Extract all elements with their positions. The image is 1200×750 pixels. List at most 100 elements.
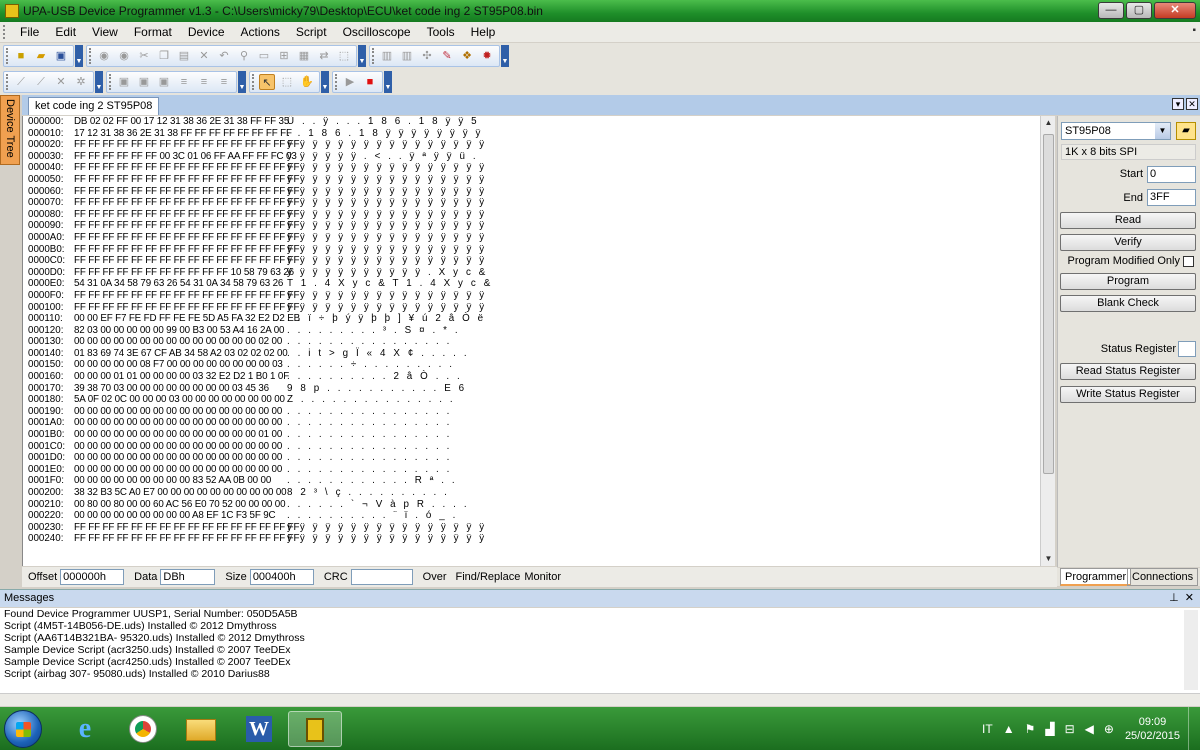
find-icon[interactable]: ⚲	[236, 48, 252, 64]
delete-icon[interactable]: ✕	[196, 48, 212, 64]
hex-bytes[interactable]: 00 00 EF F7 FE FD FF FE FE 5D A5 FA 32 E…	[74, 313, 300, 325]
hex-ascii[interactable]: ÿ ÿ ÿ ÿ ÿ ÿ ÿ ÿ ÿ ÿ ÿ ÿ ÿ ÿ ÿ ÿ	[287, 139, 487, 151]
size-field[interactable]: 000400h	[249, 569, 314, 585]
hex-row[interactable]: 0001B0: 00 00 00 00 00 00 00 00 00 00 00 …	[23, 429, 1040, 441]
crc-field[interactable]	[350, 569, 413, 585]
toolbar-grip[interactable]	[89, 48, 92, 64]
hex-ascii[interactable]: T 1 . 4 X y c & T 1 . 4 X y c &	[287, 278, 493, 290]
device-tree-tab[interactable]: Device Tree	[0, 95, 20, 165]
hex-editor[interactable]: 000000: DB 02 02 FF 00 17 12 31 38 36 2E …	[22, 116, 1040, 566]
hex-bytes[interactable]: FF FF FF FF FF FF FF FF FF FF FF FF FF F…	[74, 220, 299, 232]
toolbar-grip[interactable]	[372, 48, 375, 64]
minimize-button[interactable]: —	[1098, 2, 1124, 19]
hex-ascii[interactable]: . . i t > g Ï « 4 X ¢ . . . . .	[287, 348, 469, 360]
hex-row[interactable]: 000140: 01 83 69 74 3E 67 CF AB 34 58 A2 …	[23, 348, 1040, 360]
hex-bytes[interactable]: 00 00 00 00 00 00 00 00 00 A8 EF 1C F3 5…	[74, 510, 276, 522]
hex-row[interactable]: 0000C0: FF FF FF FF FF FF FF FF FF FF FF …	[23, 255, 1040, 267]
chevron-down-icon[interactable]: ▾	[1172, 98, 1184, 110]
copy-icon[interactable]: ❐	[156, 48, 172, 64]
toolbar-overflow-button[interactable]: ▼	[75, 45, 83, 67]
align-right-icon[interactable]: ≡	[216, 74, 232, 90]
hex-ascii[interactable]: ÿ ÿ ÿ ÿ ÿ ÿ ÿ ÿ ÿ ÿ ÿ ÿ ÿ ÿ ÿ ÿ	[287, 232, 487, 244]
pin-icon[interactable]: ▪	[1192, 25, 1196, 36]
close-document-icon[interactable]: ✕	[1186, 98, 1198, 110]
word-icon[interactable]: W	[232, 711, 286, 747]
hex-row[interactable]: 000040: FF FF FF FF FF FF FF FF FF FF FF …	[23, 162, 1040, 174]
hex-row[interactable]: 0000F0: FF FF FF FF FF FF FF FF FF FF FF …	[23, 290, 1040, 302]
menu-device[interactable]: Device	[180, 25, 233, 39]
hex-bytes[interactable]: 00 00 00 00 00 08 F7 00 00 00 00 00 00 0…	[74, 359, 283, 371]
hex-row[interactable]: 0001C0: 00 00 00 00 00 00 00 00 00 00 00 …	[23, 441, 1040, 453]
tab-programmer[interactable]: Programmer	[1060, 568, 1132, 586]
hex-row[interactable]: 0000E0: 54 31 0A 34 58 79 63 26 54 31 0A …	[23, 278, 1040, 290]
toolbar-grip[interactable]	[252, 74, 255, 90]
hex-row[interactable]: 000180: 5A 0F 02 0C 00 00 00 03 00 00 00 …	[23, 394, 1040, 406]
hex-bytes[interactable]: FF FF FF FF FF FF FF FF FF FF FF FF FF F…	[74, 162, 299, 174]
hex-ascii[interactable]: ÿ ÿ ÿ ÿ ÿ ÿ ÿ ÿ ÿ ÿ ÿ ÿ ÿ ÿ ÿ ÿ	[287, 522, 487, 534]
hex-bytes[interactable]: 01 83 69 74 3E 67 CF AB 34 58 A2 03 02 0…	[74, 348, 288, 360]
script-icon[interactable]: ❖	[459, 48, 475, 64]
device-open-icon[interactable]: ▰	[1176, 122, 1196, 140]
write-status-register-button[interactable]: Write Status Register	[1060, 386, 1196, 403]
hex-bytes[interactable]: FF FF FF FF FF FF FF FF FF FF FF FF FF F…	[74, 139, 299, 151]
hex-bytes[interactable]: 00 00 00 00 00 00 00 00 00 00 00 00 00 0…	[74, 429, 282, 441]
hex-ascii[interactable]: . . . . . . . . . . . . . . . .	[287, 452, 452, 464]
hex-row[interactable]: 000220: 00 00 00 00 00 00 00 00 00 A8 EF …	[23, 510, 1040, 522]
select-icon[interactable]: ⬚	[336, 48, 352, 64]
hex-row[interactable]: 000230: FF FF FF FF FF FF FF FF FF FF FF …	[23, 522, 1040, 534]
underline-icon[interactable]: ▣	[156, 74, 172, 90]
blank-check-button[interactable]: Blank Check	[1060, 295, 1196, 312]
chip-icon[interactable]: ▥	[379, 48, 395, 64]
status-register-field[interactable]	[1178, 341, 1196, 357]
line-icon[interactable]: ⟋	[13, 74, 29, 90]
end-input[interactable]: 3FF	[1147, 189, 1196, 206]
hex-bytes[interactable]: 5A 0F 02 0C 00 00 00 03 00 00 00 00 00 0…	[74, 394, 285, 406]
hex-ascii[interactable]: . . . . . . . . . . . . . . . .	[287, 464, 452, 476]
menubar-grip[interactable]	[3, 25, 9, 39]
hex-ascii[interactable]: ÿ ÿ ÿ ÿ ÿ ÿ . < . . ÿ ª ÿ ÿ ü .	[287, 151, 478, 163]
hex-bytes[interactable]: 00 00 00 00 00 00 00 00 00 83 52 AA 0B 0…	[74, 475, 271, 487]
hex-ascii[interactable]: . . . . . . . . . . . . . . . .	[287, 336, 452, 348]
hex-bytes[interactable]: 17 12 31 38 36 2E 31 38 FF FF FF FF FF F…	[74, 128, 292, 140]
menu-file[interactable]: File	[12, 25, 47, 39]
pin-icon[interactable]: ⊥	[1169, 592, 1179, 604]
hex-bytes[interactable]: 38 32 B3 5C A0 E7 00 00 00 00 00 00 00 0…	[74, 487, 287, 499]
hex-row[interactable]: 000130: 00 00 00 00 00 00 00 00 00 00 00 …	[23, 336, 1040, 348]
action-center-icon[interactable]: ⚑	[1025, 722, 1036, 736]
bug-icon[interactable]: ✹	[479, 48, 495, 64]
italic-icon[interactable]: ▣	[136, 74, 152, 90]
toolbar-grip[interactable]	[6, 48, 9, 64]
hex-row[interactable]: 0001F0: 00 00 00 00 00 00 00 00 00 83 52 …	[23, 475, 1040, 487]
hex-row[interactable]: 000090: FF FF FF FF FF FF FF FF FF FF FF …	[23, 220, 1040, 232]
menu-format[interactable]: Format	[126, 25, 180, 39]
menu-script[interactable]: Script	[288, 25, 335, 39]
hex-bytes[interactable]: 82 03 00 00 00 00 00 99 00 B3 00 53 A4 1…	[74, 325, 284, 337]
hex-ascii[interactable]: . . . . . . . . . . 2 â Ò . . .	[287, 371, 462, 383]
read-button[interactable]: Read	[1060, 212, 1196, 229]
align-left-icon[interactable]: ≡	[176, 74, 192, 90]
clock[interactable]: 09:09 25/02/2015	[1125, 715, 1180, 743]
tab-connections[interactable]: Connections	[1127, 568, 1199, 586]
hex-bytes[interactable]: FF FF FF FF FF FF 00 3C 01 06 FF AA FF F…	[74, 151, 297, 163]
hex-ascii[interactable]: . . . . . . ` ¬ V à p R . . . .	[287, 499, 469, 511]
messages-scrollbar[interactable]	[1184, 610, 1198, 690]
hex-ascii[interactable]: . . . . . . ÷ . . . . . . . . .	[287, 359, 455, 371]
hex-bytes[interactable]: FF FF FF FF FF FF FF FF FF FF FF FF FF F…	[74, 174, 299, 186]
undo-icon[interactable]: ↶	[216, 48, 232, 64]
pointer-icon[interactable]: ↖	[259, 74, 275, 90]
tray-expand-icon[interactable]: ▲	[1003, 722, 1015, 736]
hex-row[interactable]: 0000A0: FF FF FF FF FF FF FF FF FF FF FF …	[23, 232, 1040, 244]
fill-icon[interactable]: ▦	[296, 48, 312, 64]
back-icon[interactable]: ◉	[96, 48, 112, 64]
open-folder-icon[interactable]: ▰	[33, 48, 49, 64]
hex-ascii[interactable]: ÿ ÿ ÿ ÿ ÿ ÿ ÿ ÿ ÿ ÿ ÿ ÿ ÿ ÿ ÿ ÿ	[287, 197, 487, 209]
hex-bytes[interactable]: FF FF FF FF FF FF FF FF FF FF FF FF FF F…	[74, 533, 299, 545]
hex-ascii[interactable]: 9 8 p . . . . . . . . . . . E 6	[287, 383, 467, 395]
close-button[interactable]: ✕	[1154, 2, 1196, 19]
pencil-icon[interactable]: ⟋	[33, 74, 49, 90]
program-modified-only-checkbox[interactable]	[1183, 256, 1194, 267]
hex-row[interactable]: 000210: 00 80 00 80 00 00 60 AC 56 E0 70 …	[23, 499, 1040, 511]
hex-scrollbar[interactable]: ▲ ▼	[1040, 116, 1055, 566]
hex-bytes[interactable]: FF FF FF FF FF FF FF FF FF FF FF FF FF F…	[74, 522, 299, 534]
toolbar-overflow-button[interactable]: ▼	[95, 71, 103, 93]
